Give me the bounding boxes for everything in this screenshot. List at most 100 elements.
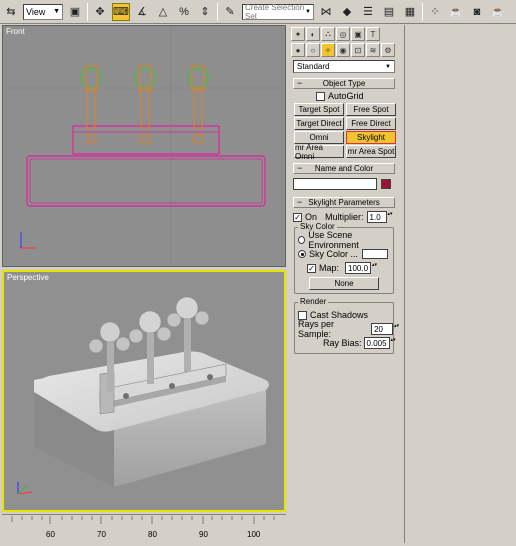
chevron-down-icon: ▼ xyxy=(385,63,391,70)
geometry-category-icon[interactable]: ● xyxy=(291,43,305,57)
ray-bias-spinner[interactable]: 0.005 xyxy=(363,337,397,349)
reference-coordinate-select[interactable]: View ▼ xyxy=(23,3,63,20)
mirror-tool-icon[interactable]: ⋈ xyxy=(317,3,335,21)
skylight-params-rollout-header[interactable]: − Skylight Parameters xyxy=(293,197,395,208)
skylight-button[interactable]: Skylight xyxy=(346,131,396,144)
target-direct-button[interactable]: Target Direct xyxy=(294,117,344,130)
sky-color-group: Sky Color Use Scene Environment Sky Colo… xyxy=(294,222,394,294)
light-category-dropdown[interactable]: Standard ▼ xyxy=(293,60,395,73)
frame-wire[interactable] xyxy=(72,125,220,155)
multiplier-spinner[interactable]: 1.0 xyxy=(366,211,394,223)
time-ruler[interactable]: 60 70 80 90 100 xyxy=(2,514,286,543)
collapse-icon: − xyxy=(297,163,303,173)
toolbar-separator xyxy=(422,2,423,21)
map-checkbox[interactable]: ✓ xyxy=(307,263,316,273)
display-tab-icon[interactable]: ▣ xyxy=(351,27,365,41)
target-spot-button[interactable]: Target Spot xyxy=(294,103,344,116)
hierarchy-tab-icon[interactable]: ⛬ xyxy=(321,27,335,41)
named-selection-value: Create Selection Set xyxy=(245,2,305,21)
map-label: Map: xyxy=(319,263,340,273)
use-scene-env-row: Use Scene Environment xyxy=(298,230,393,250)
percent-snap-icon[interactable]: % xyxy=(175,3,193,21)
mr-area-spot-button[interactable]: mr Area Spot xyxy=(346,145,396,158)
motion-tab-icon[interactable]: ◎ xyxy=(336,27,350,41)
create-tab-icon[interactable]: ✦ xyxy=(291,27,305,41)
keyboard-shortcut-toggle-icon[interactable]: ⌨ xyxy=(112,2,130,21)
systems-category-icon[interactable]: ⚙ xyxy=(381,43,395,57)
spinner-snap-icon[interactable]: ⇕ xyxy=(196,3,214,21)
name-color-title: Name and Color xyxy=(314,164,374,173)
spacewarps-category-icon[interactable]: ≋ xyxy=(366,43,380,57)
material-editor-icon[interactable]: ⁘ xyxy=(426,3,444,21)
utilities-tab-icon[interactable]: T xyxy=(366,27,380,41)
angle-snap-icon[interactable]: △ xyxy=(154,3,172,21)
ray-bias-label: Ray Bias: xyxy=(323,338,362,348)
rays-per-sample-row: Rays per Sample: 20 xyxy=(298,319,400,339)
align-icon[interactable]: ◆ xyxy=(338,3,356,21)
create-category-tabs: ● ○ ✧ ◉ ⊡ ≋ ⚙ xyxy=(291,43,400,57)
toolbar-separator xyxy=(87,2,88,21)
front-viewport[interactable]: Front xyxy=(2,25,286,267)
light-type-buttons: Target Spot Free Spot Target Direct Free… xyxy=(294,103,400,161)
chevron-down-icon: ▼ xyxy=(53,8,60,15)
view-select-value: View xyxy=(26,6,46,17)
modify-tab-icon[interactable]: ◐ xyxy=(306,27,320,41)
main-toolbar: ⇆ View ▼ ▣ ✥ ⌨ ∡ △ % ⇕ ✎ Create Selectio… xyxy=(0,0,516,24)
skylight-params-title: Skylight Parameters xyxy=(308,198,380,207)
on-label: On xyxy=(305,212,318,222)
named-selection-input[interactable]: Create Selection Set ▼ xyxy=(242,2,314,21)
edit-named-selection-icon[interactable]: ✎ xyxy=(221,3,239,21)
ruler-tick-label: 70 xyxy=(97,530,106,539)
object-type-title: Object Type xyxy=(322,79,366,88)
shapes-category-icon[interactable]: ○ xyxy=(306,43,320,57)
curve-editor-icon[interactable]: ▤ xyxy=(380,3,398,21)
name-color-rollout-header[interactable]: − Name and Color xyxy=(293,163,395,174)
map-none-button[interactable]: None xyxy=(309,277,379,290)
sky-color-swatch[interactable] xyxy=(362,249,389,259)
perspective-viewport-label[interactable]: Perspective xyxy=(7,273,49,282)
cameras-category-icon[interactable]: ◉ xyxy=(336,43,350,57)
perspective-viewport-canvas xyxy=(17,296,269,495)
lights-category-icon[interactable]: ✧ xyxy=(321,43,335,57)
layer-manager-icon[interactable]: ☰ xyxy=(359,3,377,21)
perspective-viewport[interactable]: Perspective xyxy=(2,270,286,512)
front-grid xyxy=(3,26,285,266)
collapse-icon: − xyxy=(297,78,303,88)
object-name-field[interactable] xyxy=(293,178,377,190)
name-color-row xyxy=(293,176,400,192)
object-color-swatch[interactable] xyxy=(381,179,391,189)
light-category-value: Standard xyxy=(297,62,330,71)
render-last-icon[interactable]: ☕ xyxy=(489,3,507,21)
ruler-tick-label: 80 xyxy=(148,530,157,539)
render-group: Render Cast Shadows Rays per Sample: 20 … xyxy=(294,297,400,354)
select-manipulate-icon[interactable]: ✥ xyxy=(91,3,109,21)
front-viewport-label[interactable]: Front xyxy=(6,27,25,36)
autogrid-checkbox[interactable] xyxy=(316,91,325,101)
pivot-center-icon[interactable]: ▣ xyxy=(66,3,84,21)
sky-color-label: Sky Color ... xyxy=(309,249,359,259)
snap-3d-icon[interactable]: ∡ xyxy=(133,3,151,21)
ruler-tick-label: 100 xyxy=(247,530,261,539)
mirror-icon[interactable]: ⇆ xyxy=(2,3,20,21)
sky-color-radio[interactable] xyxy=(298,250,306,258)
use-scene-env-label: Use Scene Environment xyxy=(308,230,359,250)
helpers-category-icon[interactable]: ⊡ xyxy=(351,43,365,57)
base-box-wire[interactable] xyxy=(26,155,266,207)
autogrid-row: AutoGrid xyxy=(316,89,400,103)
mr-area-omni-button[interactable]: mr Area Omni xyxy=(294,143,344,161)
free-spot-button[interactable]: Free Spot xyxy=(346,103,396,116)
collapse-icon: − xyxy=(297,197,303,207)
quick-render-icon[interactable]: ◙ xyxy=(468,3,486,21)
object-type-rollout-header[interactable]: − Object Type xyxy=(293,78,395,89)
axis-gizmo xyxy=(20,232,37,249)
schematic-view-icon[interactable]: ▦ xyxy=(401,3,419,21)
render-scene-icon[interactable]: ☕ xyxy=(447,3,465,21)
base-box-inner-wire xyxy=(29,158,263,204)
on-checkbox[interactable]: ✓ xyxy=(293,212,302,222)
rays-per-sample-spinner[interactable]: 20 xyxy=(371,323,400,335)
map-amount-spinner[interactable]: 100.0 xyxy=(345,262,378,274)
map-row: ✓ Map: 100.0 xyxy=(307,261,393,275)
sky-color-group-title: Sky Color xyxy=(298,222,337,231)
use-scene-env-radio[interactable] xyxy=(298,236,306,244)
free-direct-button[interactable]: Free Direct xyxy=(346,117,396,130)
